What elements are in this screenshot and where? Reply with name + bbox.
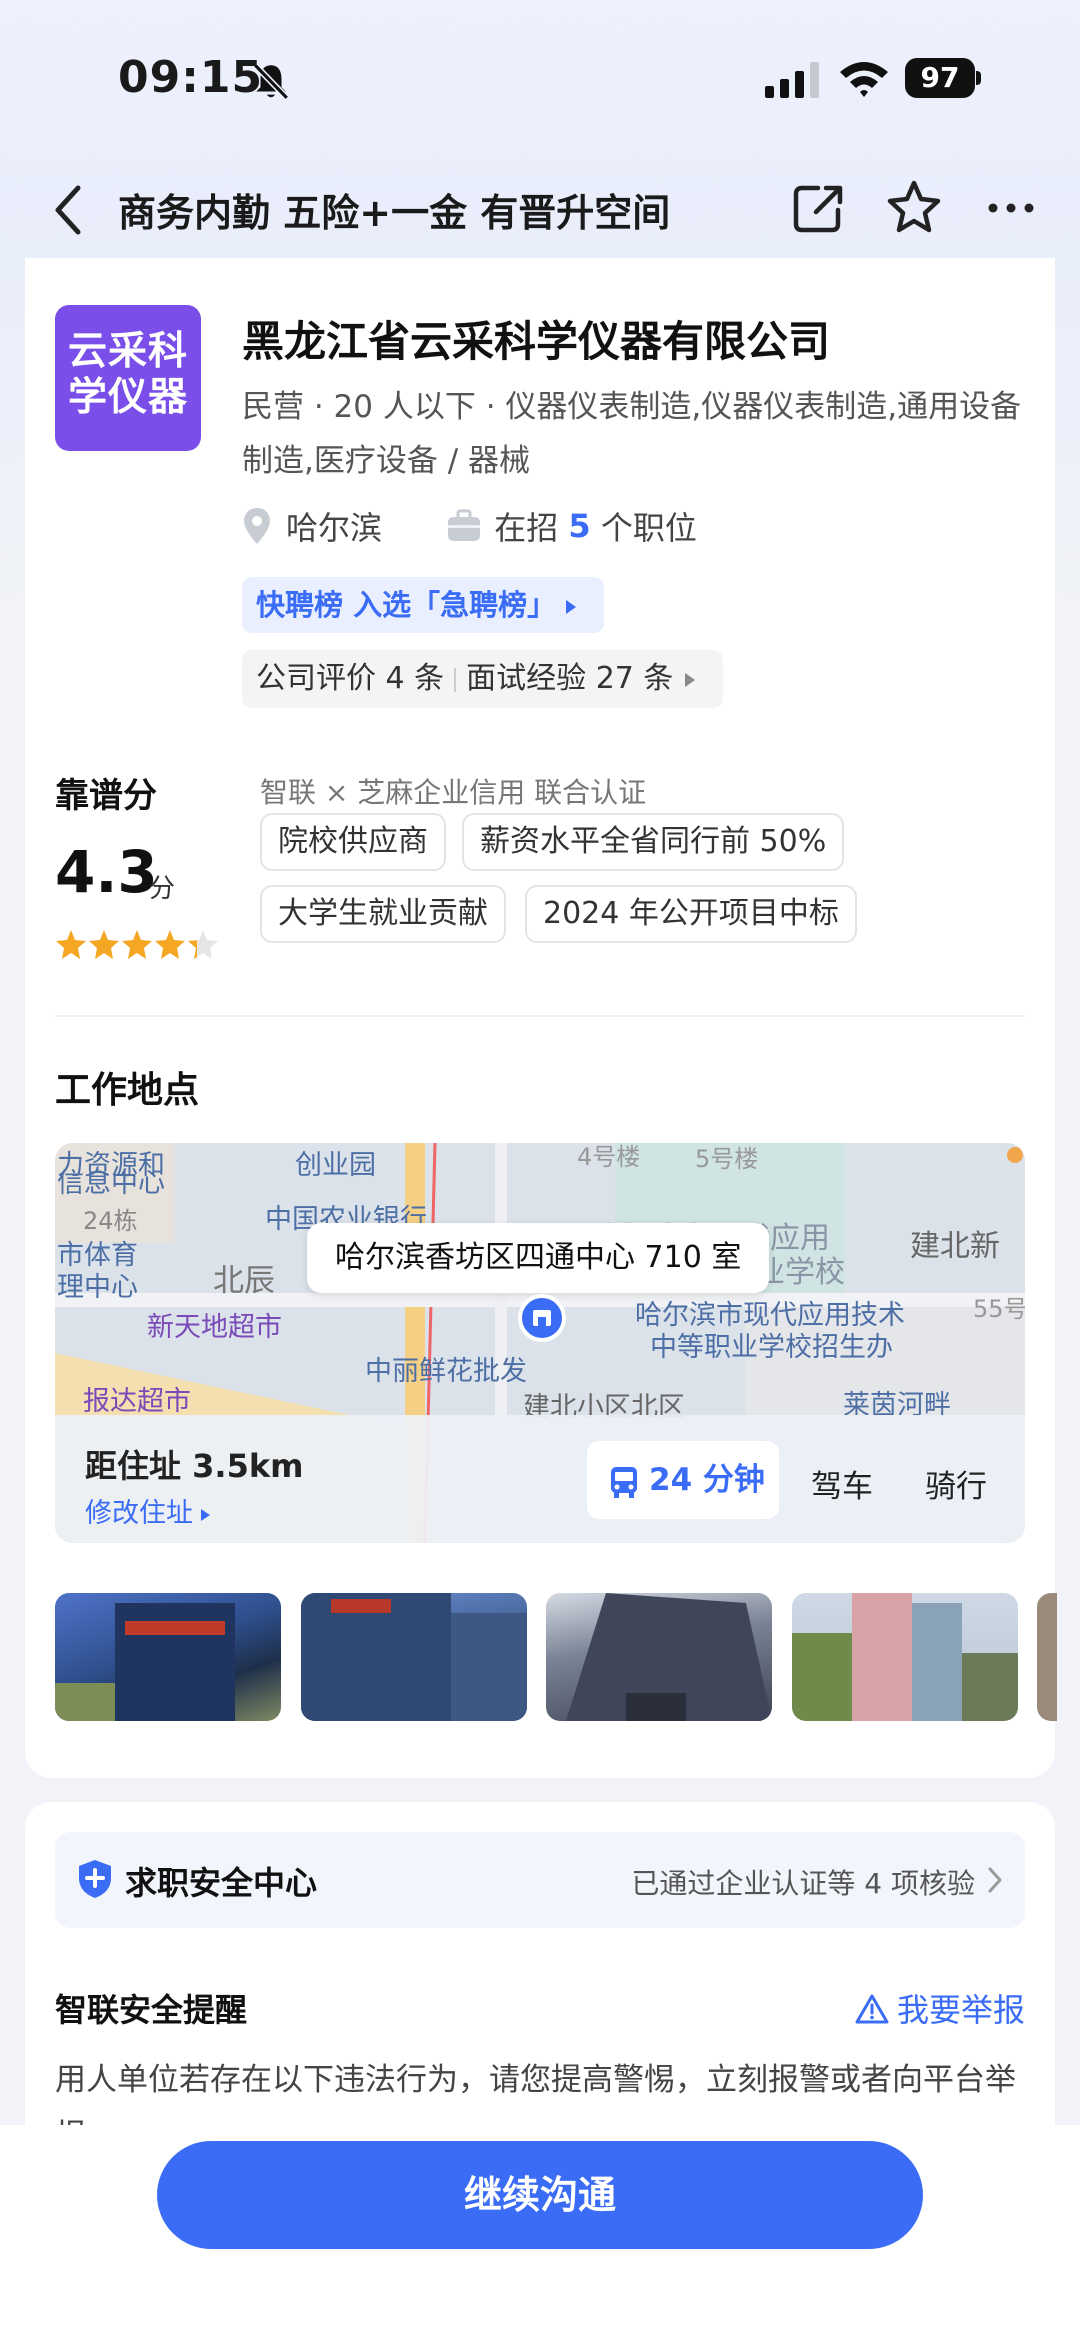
- map-label: 信息中心: [57, 1168, 165, 1199]
- map-label: 建北新: [910, 1229, 1000, 1264]
- office-photo[interactable]: [55, 1593, 281, 1721]
- briefcase-icon: [448, 509, 481, 541]
- bottom-action-bar: 继续沟通: [0, 2125, 1080, 2347]
- jobs-prefix: 在招: [494, 509, 569, 547]
- logo-line-1: 云采科: [67, 329, 188, 374]
- score-tag: 院校供应商: [260, 813, 446, 871]
- map-pin-icon: [518, 1294, 566, 1342]
- nav-bar: 商务内勤 五险+一金 有晋升空间: [0, 160, 1080, 260]
- transit-button[interactable]: 24 分钟: [587, 1441, 779, 1519]
- company-city: 哈尔滨: [286, 509, 383, 547]
- favorite-star-icon[interactable]: [885, 178, 943, 236]
- score-title: 靠谱分: [55, 776, 157, 816]
- back-icon[interactable]: [48, 180, 88, 240]
- map-label: 24栋: [83, 1207, 138, 1235]
- continue-chat-button[interactable]: 继续沟通: [157, 2141, 923, 2249]
- shield-icon: [79, 1860, 111, 1898]
- chevron-right-icon: [566, 600, 577, 614]
- office-photo[interactable]: [546, 1593, 772, 1721]
- drive-button[interactable]: 驾车: [811, 1461, 873, 1506]
- interview-count: 面试经验 27 条: [466, 661, 674, 696]
- company-description: 民营 · 20 人以下 · 仪器仪表制造,仪器仪表制造,通用设备制造,医疗设备 …: [242, 389, 1022, 479]
- company-card: 云采科 学仪器 黑龙江省云采科学仪器有限公司 民营 · 20 人以下 · 仪器仪…: [25, 258, 1057, 1778]
- map-label: 理中心: [57, 1272, 138, 1303]
- battery-level: 97: [905, 58, 975, 98]
- safety-center-title: 求职安全中心: [125, 1864, 318, 1902]
- map-label: 新天地超市: [147, 1312, 282, 1343]
- safety-reminder-title: 智联安全提醒: [55, 1991, 248, 2029]
- bell-muted-icon: [252, 63, 290, 100]
- bus-icon: [611, 1466, 637, 1498]
- location-pin-icon: [244, 508, 270, 544]
- star-icon: [188, 930, 218, 959]
- office-photo[interactable]: [1037, 1593, 1057, 1721]
- status-bar: 09:15 97: [0, 0, 1080, 160]
- company-logo[interactable]: 云采科 学仪器: [55, 305, 201, 451]
- report-label: 我要举报: [896, 1991, 1025, 2029]
- map-label: 55号: [973, 1295, 1025, 1323]
- office-photo-image: [792, 1593, 1018, 1721]
- transit-time: 24 分钟: [649, 1462, 765, 1498]
- certification-text: 智联 × 芝麻企业信用 联合认证: [260, 776, 647, 809]
- rating-stars: [56, 930, 218, 959]
- share-icon[interactable]: [790, 180, 846, 236]
- wifi-icon: [840, 62, 888, 97]
- warning-icon: [855, 1994, 889, 2024]
- report-link[interactable]: 我要举报: [855, 1985, 1025, 2031]
- office-photo-image: [566, 1593, 772, 1721]
- chevron-right-icon: [988, 1867, 1002, 1893]
- address-callout[interactable]: 哈尔滨香坊区四通中心 710 室: [307, 1223, 770, 1293]
- star-icon: [89, 930, 119, 959]
- page-title: 商务内勤 五险+一金 有晋升空间: [118, 191, 671, 235]
- distance-text: 距住址 3.5km: [85, 1447, 304, 1485]
- map-label: 中等职业学校招生办: [650, 1332, 893, 1363]
- chevron-right-icon: [685, 672, 696, 687]
- route-panel: 距住址 3.5km 修改住址 24 分钟 驾车 骑行: [55, 1415, 1025, 1543]
- map-label: 报达超市: [83, 1386, 191, 1417]
- company-location-row: 哈尔滨 在招 5 个职位: [242, 503, 697, 553]
- section-divider: [55, 1015, 1025, 1017]
- office-photo-image: [301, 1593, 527, 1721]
- status-time: 09:15: [118, 52, 264, 103]
- chip-divider: [454, 667, 457, 692]
- map-label: 4号楼: [577, 1143, 641, 1171]
- safety-status: 已通过企业认证等 4 项核验: [631, 1867, 975, 1900]
- office-photo[interactable]: [301, 1593, 527, 1721]
- jobs-suffix: 个职位: [590, 509, 697, 547]
- safety-center-banner[interactable]: 求职安全中心 已通过企业认证等 4 项核验: [55, 1832, 1025, 1928]
- modify-address-label: 修改住址: [85, 1498, 193, 1529]
- map-label: 北辰: [213, 1263, 275, 1299]
- chevron-right-icon: [201, 1508, 210, 1521]
- rank-chip[interactable]: 快聘榜 入选「急聘榜」: [242, 577, 605, 633]
- rank-chip-label: 快聘榜 入选「急聘榜」: [256, 588, 557, 622]
- office-photo[interactable]: [792, 1593, 1018, 1721]
- logo-line-2: 学仪器: [67, 375, 188, 420]
- star-icon: [122, 930, 152, 959]
- score-tag: 2024 年公开项目中标: [525, 885, 857, 943]
- star-icon: [56, 930, 86, 959]
- review-count: 公司评价 4 条: [256, 661, 445, 696]
- star-icon: [155, 930, 185, 959]
- cellular-signal-icon: [765, 62, 819, 98]
- score-unit: 分: [149, 874, 176, 904]
- map-label: 创业园: [295, 1150, 376, 1181]
- modify-address-link[interactable]: 修改住址: [85, 1491, 210, 1530]
- score-tag: 大学生就业贡献: [260, 885, 506, 943]
- more-icon[interactable]: [985, 182, 1037, 234]
- work-location-title: 工作地点: [55, 1070, 200, 1111]
- map-label: 5号楼: [695, 1145, 759, 1173]
- battery-indicator: 97: [905, 58, 981, 98]
- jobs-count[interactable]: 5: [568, 507, 590, 545]
- map-label: 中丽鲜花批发: [365, 1356, 527, 1387]
- ride-button[interactable]: 骑行: [925, 1461, 987, 1506]
- location-map[interactable]: 力资源和 信息中心 24栋 创业园 4号楼 5号楼 中国农业银行 哈尔滨市现代应…: [55, 1143, 1025, 1543]
- score-value: 4.3: [55, 838, 158, 906]
- office-photo-image: [55, 1603, 235, 1721]
- company-name[interactable]: 黑龙江省云采科学仪器有限公司: [242, 308, 830, 369]
- score-tag: 薪资水平全省同行前 50%: [462, 813, 845, 871]
- battery-tip: [976, 71, 981, 85]
- review-chip[interactable]: 公司评价 4 条面试经验 27 条: [242, 650, 724, 708]
